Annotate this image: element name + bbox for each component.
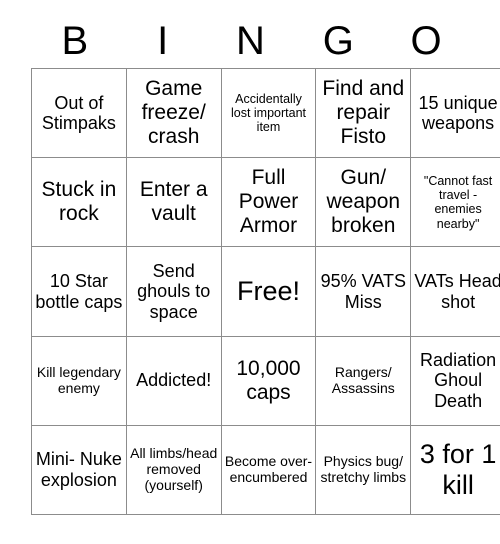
bingo-header-letter-i: I xyxy=(157,18,169,63)
bingo-header-letter-n: N xyxy=(236,18,265,63)
bingo-cell[interactable]: 3 for 1 kill xyxy=(410,424,500,516)
bingo-cell[interactable]: 15 unique weapons xyxy=(410,68,500,159)
bingo-cell[interactable]: Find and repair Fisto xyxy=(315,68,412,159)
bingo-cell[interactable]: Game freeze/ crash xyxy=(125,68,222,159)
bingo-header-row: B I N G O xyxy=(31,13,470,68)
bingo-cell[interactable]: Radiation Ghoul Death xyxy=(410,335,500,426)
bingo-cell[interactable]: "Cannot fast travel - enemies nearby" xyxy=(410,157,500,248)
bingo-cell[interactable]: Full Power Armor xyxy=(220,157,317,248)
bingo-row: 10 Star bottle caps Send ghouls to space… xyxy=(31,246,500,337)
bingo-row: Mini- Nuke explosion All limbs/head remo… xyxy=(31,424,500,516)
bingo-row: Kill legendary enemy Addicted! 10,000 ca… xyxy=(31,335,500,426)
bingo-row: Out of Stimpaks Game freeze/ crash Accid… xyxy=(31,68,500,159)
bingo-cell[interactable]: Accidentally lost important item xyxy=(220,68,317,159)
bingo-cell[interactable]: Stuck in rock xyxy=(31,157,127,248)
bingo-header-letter-o: O xyxy=(410,18,442,63)
bingo-cell[interactable]: Rangers/ Assassins xyxy=(315,335,412,426)
bingo-cell[interactable]: Addicted! xyxy=(125,335,222,426)
bingo-header-letter-g: G xyxy=(322,18,354,63)
bingo-cell[interactable]: VATs Head shot xyxy=(410,246,500,337)
bingo-cell[interactable]: Gun/ weapon broken xyxy=(315,157,412,248)
bingo-cell[interactable]: 10 Star bottle caps xyxy=(31,246,127,337)
bingo-cell[interactable]: Physics bug/ stretchy limbs xyxy=(315,424,412,516)
bingo-header-letter-b: B xyxy=(61,18,89,63)
bingo-grid: Out of Stimpaks Game freeze/ crash Accid… xyxy=(31,68,500,516)
bingo-cell[interactable]: Enter a vault xyxy=(125,157,222,248)
bingo-cell[interactable]: Kill legendary enemy xyxy=(31,335,127,426)
bingo-cell[interactable]: Out of Stimpaks xyxy=(31,68,127,159)
bingo-cell[interactable]: 95% VATS Miss xyxy=(315,246,412,337)
bingo-free-space-cell[interactable]: Free! xyxy=(220,246,317,337)
bingo-cell[interactable]: All limbs/head removed (yourself) xyxy=(125,424,222,516)
bingo-cell[interactable]: Send ghouls to space xyxy=(125,246,222,337)
bingo-cell[interactable]: 10,000 caps xyxy=(220,335,317,426)
bingo-cell[interactable]: Become over- encumbered xyxy=(220,424,317,516)
bingo-card: B I N G O Out of Stimpaks Game freeze/ c… xyxy=(31,13,500,516)
bingo-cell[interactable]: Mini- Nuke explosion xyxy=(31,424,127,516)
bingo-row: Stuck in rock Enter a vault Full Power A… xyxy=(31,157,500,248)
